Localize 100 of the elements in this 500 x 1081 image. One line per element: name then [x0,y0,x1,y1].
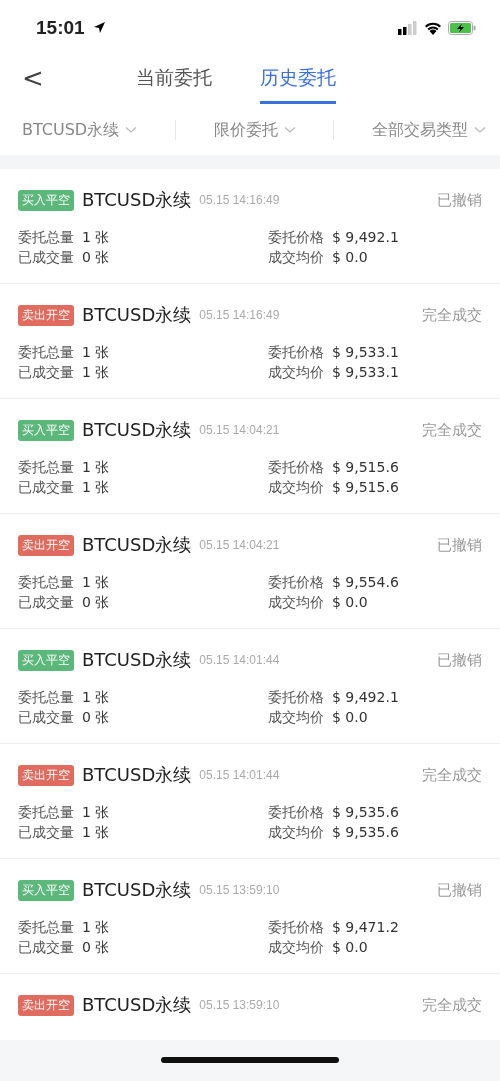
symbol: BTCUSD永续 [82,533,192,557]
order-status: 已撤销 [437,535,482,555]
field-value: 0 张 [82,248,110,267]
field-label: 成交均价 [268,248,324,267]
signal-icon [398,20,418,35]
field-value: $ 0.0 [332,593,368,612]
order-time: 05.15 14:16:49 [199,308,280,322]
caret-icon [474,126,486,134]
field-value: 1 张 [82,918,110,937]
order-type-tag: 买入平空 [18,189,74,211]
field-label: 已成交量 [18,248,74,267]
field-value: $ 9,492.1 [332,688,399,707]
field-label: 已成交量 [18,593,74,612]
symbol: BTCUSD永续 [82,303,192,327]
field-label: 委托总量 [18,228,74,247]
tab[interactable]: 历史委托 [260,56,336,104]
order-status: 已撤销 [437,650,482,670]
field-value: 1 张 [82,803,110,822]
field-value: 1 张 [82,688,110,707]
field-label: 委托价格 [268,573,324,592]
field-value: $ 9,554.6 [332,573,399,592]
tab[interactable]: 当前委托 [136,56,212,104]
order-time: 05.15 13:59:10 [199,998,280,1012]
order-type-tag: 卖出开空 [18,994,74,1016]
field-label: 已成交量 [18,938,74,957]
field-value: $ 9,471.2 [332,918,399,937]
field-value: 1 张 [82,823,110,842]
order-time: 05.15 13:59:10 [199,883,280,897]
filter-dropdown[interactable]: 全部交易类型 [372,119,486,141]
symbol: BTCUSD永续 [82,188,192,212]
field-value: 0 张 [82,938,110,957]
field-label: 委托总量 [18,918,74,937]
field-label: 已成交量 [18,708,74,727]
field-value: $ 9,533.1 [332,363,399,382]
field-value: $ 0.0 [332,248,368,267]
field-value: $ 9,492.1 [332,228,399,247]
field-label: 委托价格 [268,688,324,707]
field-label: 已成交量 [18,478,74,497]
field-label: 委托价格 [268,918,324,937]
field-label: 已成交量 [18,823,74,842]
caret-icon [283,126,296,134]
field-value: $ 9,535.6 [332,823,399,842]
order-type-tag: 买入平空 [18,419,74,441]
symbol: BTCUSD永续 [82,648,192,672]
field-value: $ 9,515.6 [332,478,399,497]
field-value: 1 张 [82,573,110,592]
field-value: $ 9,515.6 [332,458,399,477]
field-value: 1 张 [82,343,110,362]
field-label: 委托总量 [18,458,74,477]
field-value: 1 张 [82,458,110,477]
battery-charging-icon [448,20,476,35]
order-status: 完全成交 [422,420,482,440]
order-status: 已撤销 [437,190,482,210]
symbol: BTCUSD永续 [82,763,192,787]
field-label: 成交均价 [268,823,324,842]
order-type-tag: 买入平空 [18,649,74,671]
order-type-tag: 卖出开空 [18,304,74,326]
order-time: 05.15 14:16:49 [199,193,280,207]
caret-icon [125,126,138,134]
back-button[interactable]: < [22,63,44,93]
field-value: 1 张 [82,478,110,497]
field-value: 0 张 [82,593,110,612]
field-label: 委托价格 [268,803,324,822]
field-label: 成交均价 [268,363,324,382]
order-time: 05.15 14:04:21 [199,423,280,437]
order-status: 完全成交 [422,995,482,1015]
field-value: 1 张 [82,228,110,247]
field-value: $ 9,533.1 [332,343,399,362]
field-value: $ 0.0 [332,708,368,727]
order-time: 05.15 14:01:44 [199,768,280,782]
symbol: BTCUSD永续 [82,993,192,1017]
field-label: 成交均价 [268,478,324,497]
field-value: 1 张 [82,363,110,382]
order-type-tag: 卖出开空 [18,764,74,786]
order-status: 完全成交 [422,765,482,785]
field-value: $ 9,535.6 [332,803,399,822]
filter-dropdown[interactable]: BTCUSD永续 [22,119,138,141]
filter-dropdown[interactable]: 限价委托 [213,119,296,141]
field-label: 已成交量 [18,363,74,382]
order-type-tag: 卖出开空 [18,534,74,556]
order-status: 完全成交 [422,305,482,325]
field-label: 成交均价 [268,708,324,727]
field-value: $ 0.0 [332,938,368,957]
order-status: 已撤销 [437,880,482,900]
symbol: BTCUSD永续 [82,878,192,902]
order-time: 05.15 14:01:44 [199,653,280,667]
field-label: 成交均价 [268,593,324,612]
order-type-tag: 买入平空 [18,879,74,901]
field-label: 成交均价 [268,938,324,957]
order-time: 05.15 14:04:21 [199,538,280,552]
field-label: 委托总量 [18,688,74,707]
field-label: 委托总量 [18,573,74,592]
wifi-icon [424,20,442,35]
location-arrow-icon [92,21,106,34]
symbol: BTCUSD永续 [82,418,192,442]
field-label: 委托价格 [268,228,324,247]
field-value: 0 张 [82,708,110,727]
field-label: 委托价格 [268,458,324,477]
field-label: 委托价格 [268,343,324,362]
field-label: 委托总量 [18,803,74,822]
